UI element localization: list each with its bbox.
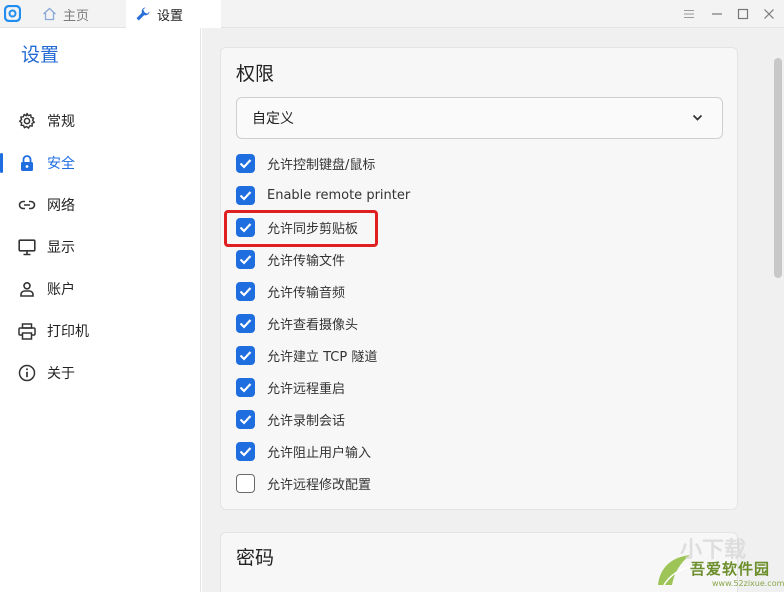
permission-option-audio[interactable]: 允许传输音频 <box>236 280 345 302</box>
sidebar-item-account[interactable]: 账户 <box>0 273 200 305</box>
settings-content[interactable]: 权限 自定义 允许控制键盘/鼠标 Enable remote printer 允… <box>202 28 784 592</box>
link-icon <box>18 196 36 214</box>
checkbox-checked[interactable] <box>236 185 255 205</box>
maximize-icon <box>737 8 749 20</box>
minimize-icon <box>712 13 722 15</box>
checkbox-checked[interactable] <box>236 377 255 397</box>
check-icon <box>239 286 252 297</box>
minimize-button[interactable] <box>708 5 726 23</box>
scrollbar-thumb[interactable] <box>774 58 782 278</box>
check-icon <box>239 414 252 425</box>
sidebar-item-label: 常规 <box>47 114 75 130</box>
gear-icon <box>18 112 36 130</box>
check-icon <box>239 190 252 201</box>
menu-icon <box>684 9 694 19</box>
check-icon <box>239 382 252 393</box>
info-icon <box>18 364 36 382</box>
permission-option-record-session[interactable]: 允许录制会话 <box>236 408 345 430</box>
check-icon <box>239 318 252 329</box>
app-logo-icon <box>4 5 21 22</box>
permission-mode-value: 自定义 <box>252 111 294 127</box>
tab-settings[interactable]: 设置 <box>126 0 221 28</box>
sidebar-item-printer[interactable]: 打印机 <box>0 315 200 347</box>
checkbox-checked[interactable] <box>236 345 255 365</box>
check-icon <box>239 350 252 361</box>
permission-option-label: 允许录制会话 <box>267 413 346 429</box>
permission-option-label: 允许控制键盘/鼠标 <box>267 157 376 173</box>
watermark-url: www.52zixue.com <box>712 579 784 588</box>
checkbox-checked[interactable] <box>236 441 255 461</box>
permission-option-block-input[interactable]: 允许阻止用户输入 <box>236 440 371 462</box>
permission-option-label: 允许同步剪贴板 <box>267 221 359 237</box>
checkbox-checked[interactable] <box>236 313 255 333</box>
checkbox-checked[interactable] <box>236 217 255 237</box>
permission-option-label: 允许查看摄像头 <box>267 317 359 333</box>
home-icon <box>43 7 56 21</box>
checkbox-checked[interactable] <box>236 409 255 429</box>
permission-option-label: 允许传输文件 <box>267 253 346 269</box>
permission-option-remote-config[interactable]: 允许远程修改配置 <box>236 472 371 494</box>
permissions-title: 权限 <box>236 63 275 85</box>
checkbox-checked[interactable] <box>236 153 255 173</box>
permission-option-tcp-tunnel[interactable]: 允许建立 TCP 隧道 <box>236 344 377 366</box>
permission-option-keyboard-mouse[interactable]: 允许控制键盘/鼠标 <box>236 152 375 174</box>
sidebar-item-label: 安全 <box>47 156 75 172</box>
sidebar-item-label: 关于 <box>47 366 75 382</box>
permission-option-clipboard-sync[interactable]: 允许同步剪贴板 <box>236 216 358 238</box>
close-button[interactable] <box>760 5 778 23</box>
permission-option-label: 允许建立 TCP 隧道 <box>267 349 378 365</box>
permission-option-remote-restart[interactable]: 允许远程重启 <box>236 376 345 398</box>
sidebar-item-network[interactable]: 网络 <box>0 189 200 221</box>
tab-home[interactable]: 主页 <box>36 0 126 28</box>
lock-icon <box>18 154 36 172</box>
sidebar-item-security[interactable]: 安全 <box>0 147 200 179</box>
permissions-card: 权限 自定义 允许控制键盘/鼠标 Enable remote printer 允… <box>220 47 738 510</box>
permission-option-remote-printer[interactable]: Enable remote printer <box>236 184 410 206</box>
permission-option-file-transfer[interactable]: 允许传输文件 <box>236 248 345 270</box>
checkbox-checked[interactable] <box>236 281 255 301</box>
menu-button[interactable] <box>680 5 698 23</box>
permission-option-camera[interactable]: 允许查看摄像头 <box>236 312 358 334</box>
monitor-icon <box>18 238 36 256</box>
permission-option-label: Enable remote printer <box>267 187 411 203</box>
title-bar: 主页 设置 <box>0 0 784 28</box>
tab-settings-label: 设置 <box>157 8 184 24</box>
wrench-icon <box>136 7 150 21</box>
sidebar-item-display[interactable]: 显示 <box>0 231 200 263</box>
tab-home-label: 主页 <box>63 8 90 24</box>
permission-option-label: 允许远程重启 <box>267 381 346 397</box>
check-icon <box>239 158 252 169</box>
checkbox-checked[interactable] <box>236 249 255 269</box>
sidebar-item-label: 打印机 <box>47 324 89 340</box>
sidebar-item-general[interactable]: 常规 <box>0 105 200 137</box>
printer-icon <box>18 322 36 340</box>
user-icon <box>18 280 36 298</box>
close-icon <box>764 9 774 19</box>
permission-mode-select[interactable]: 自定义 <box>236 97 723 139</box>
sidebar-item-label: 显示 <box>47 240 75 256</box>
sidebar: 设置 常规 安全 网络 显示 账户 打印机 关于 <box>0 28 201 592</box>
chevron-down-icon <box>692 114 703 121</box>
watermark-text: 吾爱软件园 <box>690 560 771 578</box>
permission-option-label: 允许远程修改配置 <box>267 477 372 493</box>
check-icon <box>239 222 252 233</box>
sidebar-item-label: 账户 <box>47 282 75 298</box>
permission-option-label: 允许阻止用户输入 <box>267 445 372 461</box>
maximize-button[interactable] <box>734 5 752 23</box>
checkbox-unchecked[interactable] <box>236 473 255 493</box>
sidebar-item-label: 网络 <box>47 198 75 214</box>
check-icon <box>239 254 252 265</box>
sidebar-title: 设置 <box>21 44 60 66</box>
sidebar-item-about[interactable]: 关于 <box>0 357 200 389</box>
permission-option-label: 允许传输音频 <box>267 285 346 301</box>
password-title: 密码 <box>236 547 275 569</box>
check-icon <box>239 446 252 457</box>
